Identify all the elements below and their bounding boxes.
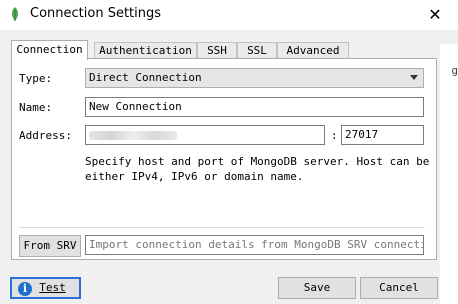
srv-input[interactable]: Import connection details from MongoDB S… — [85, 235, 424, 255]
mongodb-leaf-icon — [12, 7, 18, 21]
save-button[interactable]: Save — [278, 277, 356, 299]
tab-connection[interactable]: Connection — [11, 40, 88, 60]
title-bar: Connection Settings ✕ — [0, 0, 458, 30]
srv-input-placeholder: Import connection details from MongoDB S… — [89, 238, 424, 251]
tab-ssl[interactable]: SSL — [237, 42, 277, 58]
type-dropdown[interactable]: Direct Connection — [85, 68, 424, 88]
address-label: Address: — [19, 129, 72, 142]
type-dropdown-value: Direct Connection — [89, 71, 202, 84]
type-label: Type: — [19, 72, 53, 85]
name-field[interactable]: New Connection — [85, 97, 424, 117]
background-text-fragment: g — [451, 64, 458, 77]
test-button[interactable]: i Test — [10, 277, 81, 299]
name-field-value: New Connection — [89, 100, 182, 113]
port-separator: : — [331, 129, 338, 142]
name-label: Name: — [19, 101, 53, 114]
close-button[interactable]: ✕ — [412, 0, 458, 30]
tab-ssh[interactable]: SSH — [197, 42, 237, 58]
chevron-down-icon — [410, 75, 418, 80]
tab-advanced[interactable]: Advanced — [277, 42, 349, 58]
test-button-label: Test — [39, 281, 66, 294]
background-window — [440, 44, 458, 304]
tab-authentication[interactable]: Authentication — [94, 42, 197, 58]
cancel-button[interactable]: Cancel — [360, 277, 438, 299]
divider — [19, 227, 425, 228]
from-srv-button[interactable]: From SRV — [19, 235, 81, 257]
info-icon: i — [18, 282, 32, 296]
window-title: Connection Settings — [30, 6, 162, 21]
port-field[interactable]: 27017 — [341, 125, 424, 145]
address-hint-line-2: either IPv4, IPv6 or domain name. — [85, 170, 304, 183]
address-field[interactable] — [85, 125, 325, 145]
address-hint-line-1: Specify host and port of MongoDB server.… — [85, 155, 430, 168]
address-hint: Specify host and port of MongoDB server.… — [85, 154, 430, 184]
redacted-address — [89, 131, 177, 140]
port-field-value: 27017 — [345, 128, 379, 141]
